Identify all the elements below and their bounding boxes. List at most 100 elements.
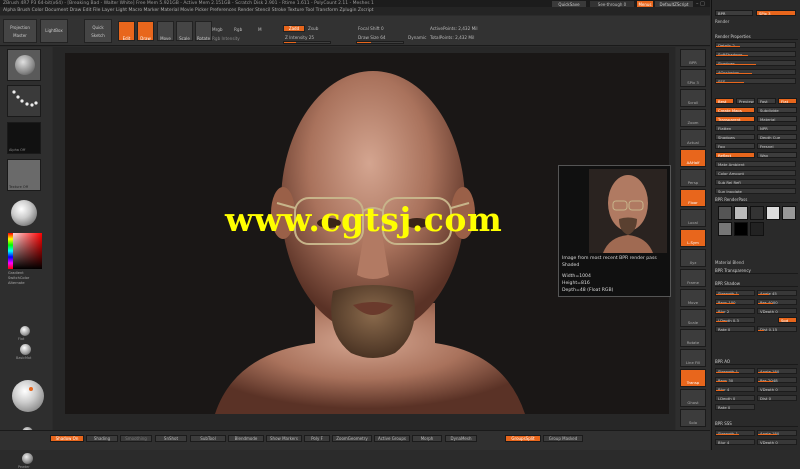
show-markers-button[interactable]: Show Markers: [266, 435, 302, 442]
transp-button[interactable]: Transp: [680, 369, 706, 387]
ao-blur-slider[interactable]: Blur 4: [715, 386, 755, 392]
draw-button[interactable]: Draw: [137, 21, 154, 41]
zsub-button[interactable]: Zsub: [308, 26, 318, 31]
subtool-button[interactable]: SubTool: [190, 435, 226, 442]
zoom-button[interactable]: Zoom: [680, 109, 706, 127]
edit-button[interactable]: Edit: [118, 21, 135, 41]
ao-vdepth-slider[interactable]: VDepth 0: [757, 386, 797, 392]
local-button[interactable]: Local: [680, 209, 706, 227]
bpr-sss-header[interactable]: BPR SSS: [715, 421, 798, 427]
mate-ambient-slider[interactable]: Mate Ambient: [715, 161, 796, 167]
menu-items[interactable]: Alpha Brush Color Document Draw Edit Fil…: [3, 8, 374, 13]
shading-button[interactable]: Shading: [86, 435, 118, 442]
switch-color-label[interactable]: SwitchColor: [8, 276, 29, 280]
rotate-view-button[interactable]: Rotate: [680, 329, 706, 347]
panel-bpr-button[interactable]: BPR: [715, 10, 753, 16]
shadow-strength-slider[interactable]: Strength 1: [715, 290, 755, 296]
projection-master-button[interactable]: Projection Master: [3, 19, 37, 43]
ao-ldepth-slider[interactable]: LDepth 0: [715, 395, 755, 401]
shadow-spd-button[interactable]: Spd: [778, 317, 797, 323]
alpha-thumbnail[interactable]: Alpha Off: [7, 122, 41, 154]
shadow-res-slider[interactable]: Res 4000: [757, 299, 797, 305]
xyz-button[interactable]: Xyz: [680, 249, 706, 267]
shadow-rate-slider[interactable]: Rate 0: [715, 326, 755, 332]
sub-rel-refl-slider[interactable]: Sub Rel Refl: [715, 179, 796, 185]
color-amount-slider[interactable]: Color Amount: [715, 170, 796, 176]
transparent-button[interactable]: Transparent: [715, 116, 755, 122]
subdivide-button[interactable]: Subdivide: [757, 107, 797, 113]
solo-button[interactable]: Solo: [680, 409, 706, 427]
ao-res-slider[interactable]: Res 2048: [757, 377, 797, 383]
flatten-button[interactable]: Flatten: [715, 125, 755, 131]
line-fill-button[interactable]: Line Fill: [680, 349, 706, 367]
blendmode-button[interactable]: Blendmode: [228, 435, 264, 442]
dynamesh-button[interactable]: DynaMesh: [445, 435, 477, 442]
renderpass-shaded-thumb[interactable]: [718, 206, 732, 220]
color-picker[interactable]: [8, 233, 42, 269]
shadow-on-button[interactable]: Shadow On: [50, 435, 84, 442]
ao-angle-slider[interactable]: Angle 180: [757, 368, 797, 374]
sss-strength-slider[interactable]: Strength 1: [715, 430, 755, 436]
scale-view-button[interactable]: Scale: [680, 309, 706, 327]
flat-material-icon[interactable]: [20, 326, 30, 336]
smoothing-button[interactable]: Smoothing: [120, 435, 152, 442]
sss-vdepth-slider[interactable]: VDepth 0: [757, 439, 797, 445]
rgb-toggle[interactable]: Rgb: [234, 27, 242, 32]
alternate-label[interactable]: Alternate: [8, 281, 25, 285]
shadows-toggle-button[interactable]: Shadows: [715, 134, 755, 140]
fresnel-button[interactable]: Fresnel: [757, 143, 797, 149]
aahalf-button[interactable]: AAHalf: [680, 149, 706, 167]
sss-angle-slider[interactable]: Angle 180: [757, 430, 797, 436]
ao-rays-slider[interactable]: Rays 30: [715, 377, 755, 383]
shadow-angle-slider[interactable]: Angle 45: [757, 290, 797, 296]
renderpass-depth-thumb[interactable]: [734, 206, 748, 220]
frame-button[interactable]: Frame: [680, 269, 706, 287]
material-button[interactable]: Material: [757, 116, 797, 122]
best-render-button[interactable]: Best: [715, 98, 734, 104]
move-view-button[interactable]: Move: [680, 289, 706, 307]
rgb-intensity-slider[interactable]: Rgb Intensity: [212, 36, 240, 41]
panel-spix-button[interactable]: SPix 3: [756, 10, 796, 16]
polyf-button[interactable]: Poly F: [304, 435, 330, 442]
quick-sketch-button[interactable]: Quick Sketch: [84, 19, 112, 43]
texture-thumbnail[interactable]: Texture Off: [7, 159, 41, 191]
shadow-blur-slider[interactable]: Blur 2: [715, 308, 755, 314]
floor-button[interactable]: Floor: [680, 189, 706, 207]
menu-bar[interactable]: Alpha Brush Color Document Draw Edit Fil…: [0, 7, 710, 15]
scale-button[interactable]: Scale: [176, 21, 193, 41]
morph-button[interactable]: Morph: [412, 435, 442, 442]
pewter-material-icon[interactable]: [22, 453, 33, 464]
spix-button[interactable]: SPix 3: [680, 69, 706, 87]
reflect-button[interactable]: Reflect: [715, 152, 755, 158]
gradient-label[interactable]: Gradient: [8, 271, 24, 275]
ao-strength-slider[interactable]: Strength 1: [715, 368, 755, 374]
preview-render-button[interactable]: Preview: [736, 98, 755, 104]
npr-button[interactable]: NPR: [757, 125, 797, 131]
snshot-button[interactable]: SnShot: [155, 435, 187, 442]
bpr-shadow-header[interactable]: BPR Shadow: [715, 281, 798, 287]
shadows-slider[interactable]: Shadows: [715, 60, 796, 66]
move-button[interactable]: Move: [157, 21, 174, 41]
group-masked-button[interactable]: Group Masked: [543, 435, 583, 442]
sss-blur-slider[interactable]: Blur 4: [715, 439, 755, 445]
ao-dist-slider[interactable]: Dist 0: [757, 395, 797, 401]
sun-inpolate-slider[interactable]: Sun Inpolate: [715, 188, 796, 194]
renderpass-mask-thumb[interactable]: [718, 222, 732, 236]
zoom-geometry-button[interactable]: ZoomGeometry: [332, 435, 372, 442]
bpr-renderpass-header[interactable]: BPR RenderPass: [715, 197, 798, 203]
draw-size-slider[interactable]: [356, 41, 404, 44]
renderpass-sss-thumb[interactable]: [782, 206, 796, 220]
depth-cue-button[interactable]: Depth Cue: [757, 134, 797, 140]
stroke-thumbnail[interactable]: [7, 85, 41, 117]
lightbox-button[interactable]: LightBox: [40, 19, 68, 43]
hue-strip[interactable]: [8, 233, 13, 269]
ao-rate-slider[interactable]: Rate 0: [715, 404, 755, 410]
groups-split-button[interactable]: GroupsSplit: [505, 435, 541, 442]
persp-button[interactable]: Persp: [680, 169, 706, 187]
material-thumbnail[interactable]: [7, 197, 41, 231]
rotate-button[interactable]: Rotate: [195, 21, 212, 41]
aocclusion-slider[interactable]: AOcclusion: [715, 69, 796, 75]
mrgb-toggle[interactable]: Mrgb: [212, 27, 223, 32]
z-intensity-slider[interactable]: [283, 41, 331, 44]
zadd-button[interactable]: Zadd: [283, 25, 305, 32]
